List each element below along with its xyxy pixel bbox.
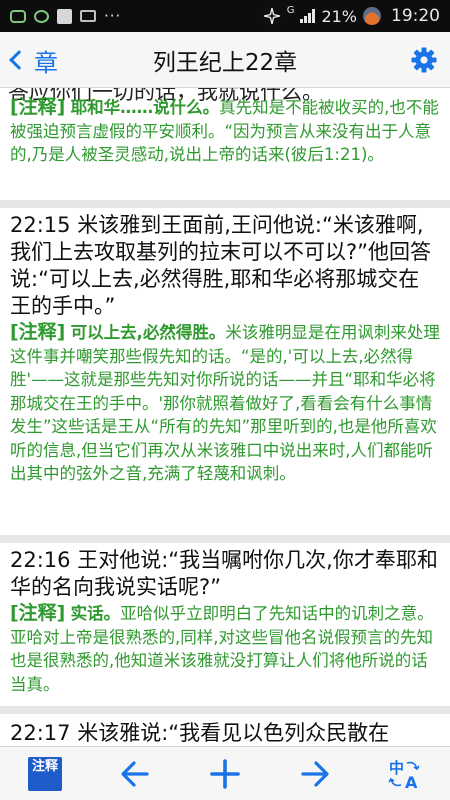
status-bar: ··· G 21% 19:20	[0, 0, 450, 32]
section-divider	[0, 535, 450, 543]
verse-text: 22:16 王对他说:“我当嘱咐你几次,你才奉耶和华的名向我说实话呢?”	[10, 548, 438, 599]
note-text: 米该雅明显是在用讽刺来处理这件事并嘲笑那些假先知的话。“是的,'可以上去,必然得…	[10, 323, 440, 483]
previous-button[interactable]	[111, 752, 159, 796]
battery-percent: 21%	[321, 6, 357, 26]
back-button[interactable]: 章	[6, 32, 58, 88]
verse-block-22-16: 22:16 王对他说:“我当嘱咐你几次,你才奉耶和华的名向我说实话呢?” [注释…	[0, 547, 450, 696]
more-notifications-icon: ···	[104, 7, 122, 25]
back-label: 章	[34, 48, 58, 77]
wechat-icon	[34, 9, 49, 23]
translate-icon: 中 A	[388, 759, 420, 791]
note-tag: [注释]	[10, 321, 66, 343]
notes-toggle-button[interactable]: 注释	[21, 752, 69, 796]
verse-text: 22:17 米该雅说:“我看见以色列众民散在	[10, 721, 390, 745]
note-keyword: 可以上去,必然得胜。	[70, 323, 226, 342]
next-button[interactable]	[291, 752, 339, 796]
note-keyword: 实话。	[70, 604, 121, 623]
note-tag: [注释]	[10, 96, 66, 118]
chapter-content[interactable]: 答应你们一切的话，我就说什么。 [注释] 耶和华……说什么。真先知是不能被收买的…	[0, 88, 450, 746]
add-button[interactable]	[201, 752, 249, 796]
note-tag: [注释]	[10, 602, 66, 624]
bottom-toolbar: 注释 中 A	[0, 746, 450, 800]
signal-icon	[300, 9, 316, 23]
network-type: G	[286, 4, 295, 16]
verse-block-22-17: 22:17 米该雅说:“我看见以色列众民散在	[0, 720, 450, 746]
sparkle-icon	[263, 7, 280, 25]
gear-icon[interactable]	[410, 46, 438, 74]
plus-icon	[210, 758, 240, 789]
verse-block-22-15: 22:15 米该雅到王面前,王问他说:“米该雅啊,我们上去攻取基列的拉末可以不可…	[0, 212, 450, 486]
commentary-note: [注释] 实话。亚哈似乎立即明白了先知话中的讥刺之意。亚哈对上帝是很熟悉的,同样…	[10, 602, 440, 696]
clock: 19:20	[391, 6, 440, 26]
note-keyword: 耶和华……说什么。	[70, 98, 220, 117]
verse-text: 22:15 米该雅到王面前,王问他说:“米该雅啊,我们上去攻取基列的拉末可以不可…	[10, 213, 432, 318]
app-notification-icon	[57, 8, 72, 24]
chat-icon	[10, 9, 26, 23]
battery-icon	[363, 7, 381, 25]
commentary-note: [注释] 可以上去,必然得胜。米该雅明显是在用讽刺来处理这件事并嘲笑那些假先知的…	[10, 321, 440, 486]
notes-icon: 注释	[28, 756, 62, 791]
translate-zh: 中	[389, 759, 404, 777]
section-divider	[0, 706, 450, 714]
app-header: 章 列王纪上22章	[0, 32, 450, 88]
commentary-note: [注释] 耶和华……说什么。真先知是不能被收买的,也不能被强迫预言虚假的平安顺利…	[10, 96, 440, 167]
cast-icon	[80, 10, 96, 22]
commentary-block: [注释] 耶和华……说什么。真先知是不能被收买的,也不能被强迫预言虚假的平安顺利…	[0, 95, 450, 167]
chevron-left-icon	[9, 50, 29, 70]
arrow-right-icon	[301, 760, 329, 787]
translate-a: A	[405, 773, 418, 791]
arrow-left-icon	[121, 760, 149, 787]
language-toggle-button[interactable]: 中 A	[381, 752, 429, 796]
page-title: 列王纪上22章	[152, 49, 298, 76]
section-divider	[0, 200, 450, 208]
